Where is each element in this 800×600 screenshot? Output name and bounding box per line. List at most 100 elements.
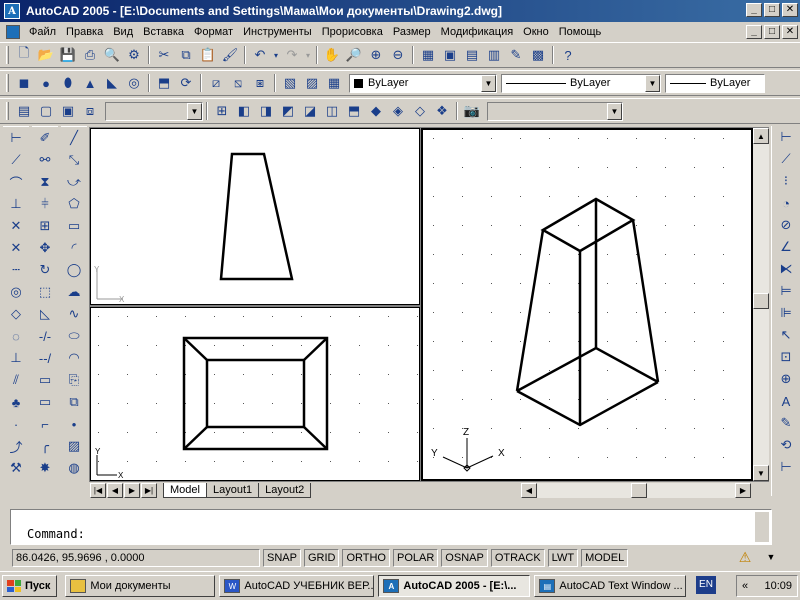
rotate-icon[interactable]: ↻ xyxy=(33,259,57,281)
menu-file[interactable]: Файл xyxy=(24,23,61,41)
dim-radius-icon[interactable]: ◔ xyxy=(774,192,798,214)
task-my-documents[interactable]: Мои документы xyxy=(65,575,216,597)
minimize-button[interactable]: _ xyxy=(746,3,762,17)
chevron-down-icon[interactable]: ▼ xyxy=(645,74,660,92)
redo-icon[interactable]: ↷ xyxy=(281,44,303,66)
nw-iso-view-icon[interactable]: ❖ xyxy=(431,100,453,122)
offset-icon[interactable]: ⫩ xyxy=(33,193,57,215)
section-icon[interactable]: ⧅ xyxy=(227,72,249,94)
polyline-icon[interactable]: ⤻ xyxy=(62,171,86,193)
ne-iso-view-icon[interactable]: ◇ xyxy=(409,100,431,122)
command-window[interactable]: Command: xyxy=(10,509,772,545)
wedge-solid-icon[interactable]: ◣ xyxy=(101,72,123,94)
node-icon[interactable]: · xyxy=(4,413,28,435)
camera-icon[interactable]: 📷 xyxy=(461,100,483,122)
plot-preview-icon[interactable]: 🔍 xyxy=(101,44,123,66)
tray-expand-icon[interactable]: « xyxy=(742,580,748,592)
region-icon[interactable]: ◍ xyxy=(62,457,86,479)
baseline-dim-icon[interactable]: ⊨ xyxy=(774,280,798,302)
viewport-isometric[interactable]: Z Y X xyxy=(421,128,753,481)
doc-restore-button[interactable]: □ xyxy=(764,25,780,39)
copy-object-icon[interactable]: ⚯ xyxy=(33,149,57,171)
scroll-right-icon[interactable]: ▶ xyxy=(735,483,751,498)
warning-icon[interactable]: ⚠ xyxy=(736,548,754,566)
maximize-button[interactable]: □ xyxy=(764,3,780,17)
doc-close-button[interactable]: ✕ xyxy=(782,25,798,39)
circle-target-icon[interactable]: ◎ xyxy=(4,281,28,303)
paste-icon[interactable]: 📋 xyxy=(197,44,219,66)
osnap-toggle[interactable]: OSNAP xyxy=(441,549,488,567)
revision-cloud-icon[interactable]: ☁ xyxy=(62,281,86,303)
bottom-view-icon[interactable]: ◨ xyxy=(255,100,277,122)
scroll-up-icon[interactable]: ▲ xyxy=(753,128,769,144)
lineweight-control[interactable]: ByLayer xyxy=(665,73,765,93)
vertical-scrollbar[interactable]: ▲ ▼ xyxy=(753,128,769,481)
viewport-icon[interactable]: ▢ xyxy=(35,100,57,122)
torus-solid-icon[interactable]: ◎ xyxy=(123,72,145,94)
dim-linear-icon[interactable]: ⊢ xyxy=(774,126,798,148)
save-icon[interactable]: 💾 xyxy=(57,44,79,66)
properties-icon[interactable]: ▦ xyxy=(417,44,439,66)
zoom-previous-icon[interactable]: ⊖ xyxy=(387,44,409,66)
cone-solid-icon[interactable]: ▲ xyxy=(79,72,101,94)
task-autocad-text-window[interactable]: ▤ AutoCAD Text Window ... xyxy=(534,575,687,597)
snap-toggle[interactable]: SNAP xyxy=(263,549,301,567)
diamond-snap-icon[interactable]: ◇ xyxy=(4,303,28,325)
menu-modify[interactable]: Модификация xyxy=(436,23,519,41)
box-solid-icon[interactable]: ◼ xyxy=(13,72,35,94)
prev-tab-icon[interactable]: ◀ xyxy=(107,483,123,498)
trapezoid-front-view[interactable] xyxy=(219,152,294,281)
dim-angular-icon[interactable]: ∠ xyxy=(774,236,798,258)
model-toggle[interactable]: MODEL xyxy=(581,549,629,567)
ellipse-arc-icon[interactable]: ◠ xyxy=(62,347,86,369)
ordinate-icon[interactable]: ⊥ xyxy=(4,193,28,215)
first-tab-icon[interactable]: |◀ xyxy=(90,483,106,498)
chamfer-icon[interactable]: ⌐ xyxy=(33,413,57,435)
toolbar-grip[interactable] xyxy=(6,102,9,120)
diameter-icon[interactable]: ✕ xyxy=(4,237,28,259)
rectangle-icon[interactable]: ▭ xyxy=(62,215,86,237)
arc-icon[interactable]: ◜ xyxy=(62,237,86,259)
quick-dim-icon[interactable]: ⧔ xyxy=(774,258,798,280)
aligned-dim-icon[interactable]: ⟋ xyxy=(4,149,28,171)
task-autocad-2005[interactable]: A AutoCAD 2005 - [E:\... xyxy=(378,575,531,597)
viewport-front[interactable]: Y X xyxy=(90,128,420,305)
color-control[interactable]: ByLayer ▼ xyxy=(349,73,497,93)
perpendicular-icon[interactable]: ⊥ xyxy=(4,347,28,369)
quick-leader-icon[interactable]: ↖ xyxy=(774,324,798,346)
scale-icon[interactable]: ⬚ xyxy=(33,281,57,303)
linetype-control[interactable]: ByLayer ▼ xyxy=(501,73,661,93)
next-tab-icon[interactable]: ▶ xyxy=(124,483,140,498)
start-button[interactable]: Пуск xyxy=(2,575,58,597)
parallel-icon[interactable]: ⫽ xyxy=(4,369,28,391)
toolbar-grip[interactable] xyxy=(6,74,9,92)
undo-icon[interactable]: ↶ xyxy=(249,44,271,66)
revolve-icon[interactable]: ⟳ xyxy=(175,72,197,94)
break-icon[interactable]: ▭ xyxy=(33,391,57,413)
calculator-icon[interactable]: ▩ xyxy=(527,44,549,66)
back-view-icon[interactable]: ⬒ xyxy=(343,100,365,122)
viewport-clip-icon[interactable]: ▣ xyxy=(57,100,79,122)
zoom-realtime-icon[interactable]: 🔎 xyxy=(343,44,365,66)
undo-dropdown-icon[interactable]: ▾ xyxy=(271,44,281,66)
tool-palettes-icon[interactable]: ▤ xyxy=(461,44,483,66)
stretch-icon[interactable]: ◺ xyxy=(33,303,57,325)
line-icon[interactable]: ╱ xyxy=(62,127,86,149)
hatch-icon[interactable]: ▨ xyxy=(62,435,86,457)
markup-icon[interactable]: ✎ xyxy=(505,44,527,66)
language-indicator[interactable]: EN xyxy=(696,576,716,594)
construction-line-icon[interactable]: ⤡ xyxy=(62,149,86,171)
viewport-scale-combo[interactable]: ▼ xyxy=(105,101,203,121)
dim-text-edit-icon[interactable]: ✎ xyxy=(774,412,798,434)
layer-manager-icon[interactable]: ▧ xyxy=(279,72,301,94)
dim-diameter-icon[interactable]: ⊘ xyxy=(774,214,798,236)
polar-toggle[interactable]: POLAR xyxy=(393,549,439,567)
autocad-icon[interactable]: A xyxy=(4,3,20,19)
chevron-down-icon[interactable]: ▼ xyxy=(187,102,202,120)
publish-icon[interactable]: ⚙ xyxy=(123,44,145,66)
mirror-icon[interactable]: ⧗ xyxy=(33,171,57,193)
scroll-down-icon[interactable]: ▼ xyxy=(753,465,769,481)
menu-edit[interactable]: Правка xyxy=(61,23,108,41)
dim-edit-icon[interactable]: A xyxy=(774,390,798,412)
spline-icon[interactable]: ∿ xyxy=(62,303,86,325)
